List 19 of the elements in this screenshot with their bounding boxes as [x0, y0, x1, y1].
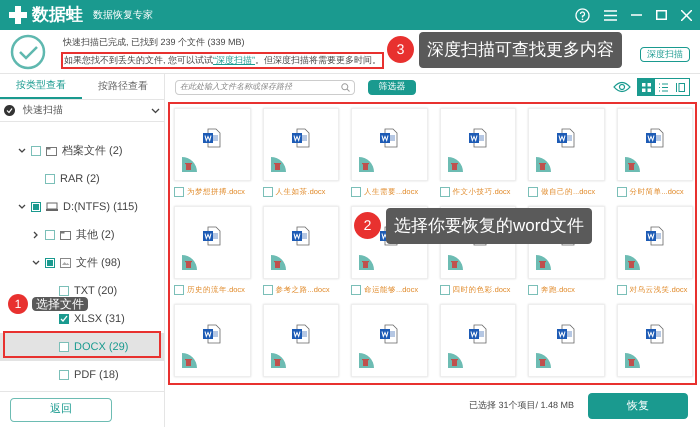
step-number-badge: 1 [8, 294, 28, 314]
callout-tooltip: 深度扫描可查找更多内容 [419, 32, 622, 68]
tree-label: 文件 (98) [76, 256, 121, 271]
tree-label: D:(NTFS) (115) [63, 200, 138, 215]
deep-scan-hint: 如果您找不到丢失的文件, 您可以试试“深度扫描”。但深度扫描将需要更多时间。 [63, 54, 382, 67]
callout-tooltip: 选择你要恢复的word文件 [386, 208, 592, 244]
tree-label: 档案文件 (2) [62, 144, 122, 159]
app-name: 数据蛙 [32, 4, 83, 26]
app-subtitle: 数据恢复专家 [93, 8, 153, 22]
step-number-badge: 3 [387, 36, 414, 64]
callout-tooltip: 选择文件 [32, 297, 88, 311]
tree-label: DOCX (29) [74, 340, 128, 355]
tree-label: RAR (2) [60, 172, 100, 187]
tree-label: TXT (20) [74, 284, 118, 298]
tree-label: XLSX (31) [74, 312, 125, 327]
tree-label: 其他 (2) [76, 228, 114, 243]
selection-summary: 已选择 31个项目/ 1.48 MB [468, 399, 574, 412]
scan-status-text: 快速扫描已完成, 已找到 239 个文件 (339 MB) [63, 36, 246, 49]
tree-label: PDF (18) [74, 368, 119, 383]
